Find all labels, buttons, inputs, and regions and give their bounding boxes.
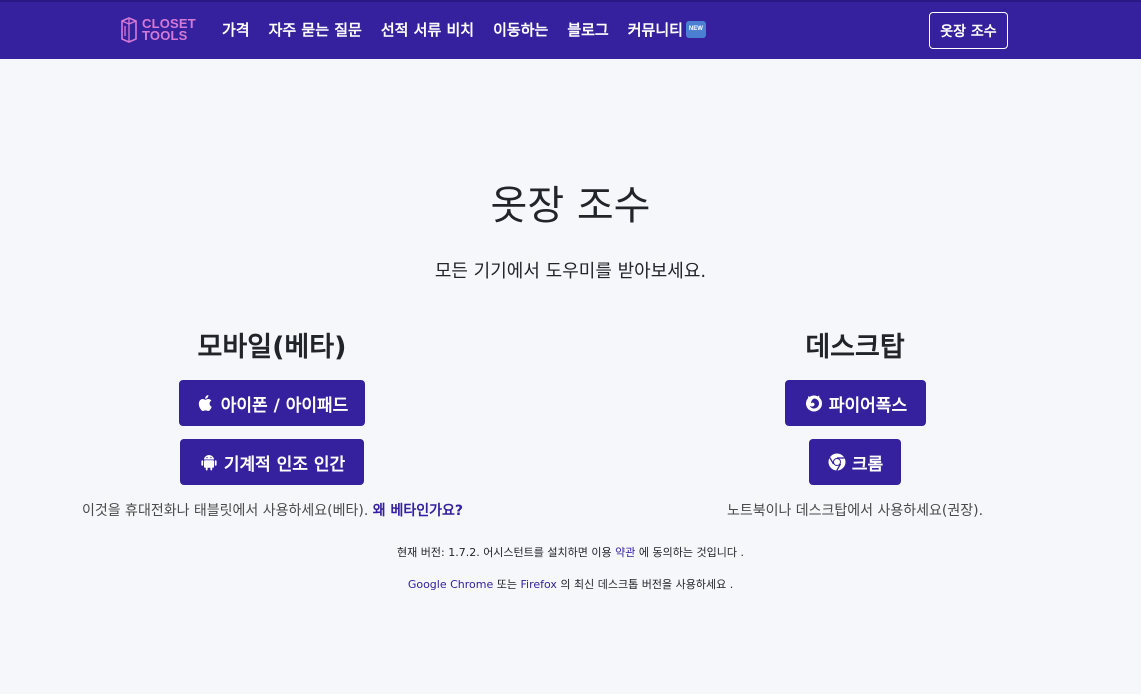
mobile-heading: 모바일(베타) [197,332,347,363]
browser-recommendation-line: Google Chrome 또는 Firefox 의 최신 데스크톱 버전을 사… [0,576,1141,592]
chrome-download-button[interactable]: 크롬 [809,439,901,485]
chrome-icon [828,453,846,471]
android-button-label: 기계적 인조 인간 [223,454,346,475]
version-prefix: 현재 버전: 1.7.2. 어시스턴트를 설치하면 이용 [397,546,612,559]
ios-button-label: 아이폰 / 아이패드 [220,395,349,416]
firefox-link[interactable]: Firefox [521,578,557,591]
top-navbar: CLOSET TOOLS 가격 자주 묻는 질문 선적 서류 비치 이동하는 블… [0,0,1141,59]
terms-link[interactable]: 약관 [615,546,635,559]
new-badge-icon: NEW [685,21,706,38]
page-subtitle: 모든 기기에서 도우미를 받아보세요. [434,261,707,282]
or-text: 또는 [496,578,517,591]
closet-logo-icon [121,17,137,43]
closet-assistant-nav-button[interactable]: 옷장 조수 [929,12,1008,49]
ios-download-button[interactable]: 아이폰 / 아이패드 [179,380,365,426]
nav-link-faq[interactable]: 자주 묻는 질문 [269,19,362,40]
mobile-note: 이것을 휴대전화나 태블릿에서 사용하세요(베타). 왜 베타인가요? [40,500,505,520]
page-title: 옷장 조수 [490,183,651,229]
nav-link-docs[interactable]: 선적 서류 비치 [381,19,474,40]
nav-link-community-label: 커뮤니티 [627,21,683,39]
nav-link-pricing[interactable]: 가격 [222,19,250,40]
version-line: 현재 버전: 1.7.2. 어시스턴트를 설치하면 이용 약관 에 동의하는 것… [0,544,1141,560]
chrome-button-label: 크롬 [851,454,884,475]
apple-icon [198,395,212,411]
google-chrome-link[interactable]: Google Chrome [408,578,493,591]
firefox-icon [805,395,822,412]
firefox-download-button[interactable]: 파이어폭스 [785,380,926,426]
latest-suffix: 의 최신 데스크톱 버전을 사용하세요 . [560,578,734,591]
nav-links: 가격 자주 묻는 질문 선적 서류 비치 이동하는 블로그 커뮤니티 NEW [222,19,725,40]
nav-link-mobile[interactable]: 이동하는 [493,19,548,40]
nav-link-community[interactable]: 커뮤니티 NEW [628,19,706,40]
android-download-button[interactable]: 기계적 인조 인간 [180,439,364,485]
closet-tools-logo[interactable]: CLOSET TOOLS [120,15,196,45]
desktop-heading: 데스크탑 [805,332,905,363]
logo-text-line2: TOOLS [142,28,188,43]
why-beta-link[interactable]: 왜 베타인가요? [373,503,463,519]
firefox-button-label: 파이어폭스 [828,395,908,416]
desktop-note: 노트북이나 데스크탑에서 사용하세요(권장). [726,503,984,519]
android-icon [201,455,217,471]
version-suffix: 에 동의하는 것입니다 . [638,546,744,559]
nav-link-blog[interactable]: 블로그 [567,19,608,40]
mobile-note-text: 이것을 휴대전화나 태블릿에서 사용하세요(베타). [81,503,369,519]
